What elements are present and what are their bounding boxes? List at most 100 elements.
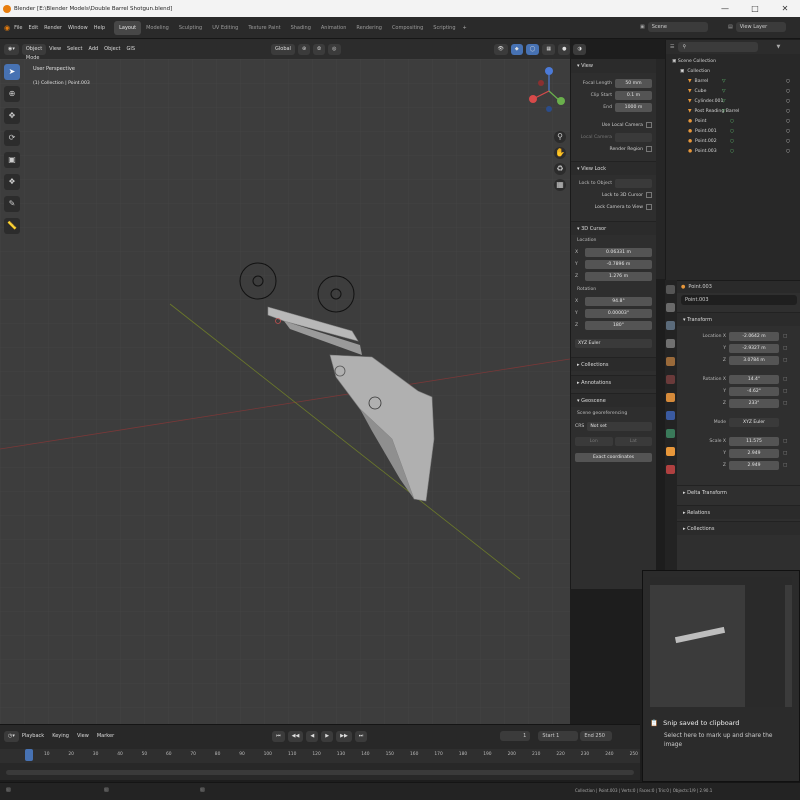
cursor-loc-x-field[interactable]: 0.06331 m xyxy=(585,247,652,257)
outliner-row-cylinder-001[interactable]: ▼ Cylinder.001 ○ ▽ xyxy=(666,97,800,107)
constraints-tab-icon[interactable] xyxy=(666,429,675,438)
play-icon[interactable]: ▶ xyxy=(321,730,334,742)
cursor-loc-y-field[interactable]: -0.7896 m xyxy=(585,259,652,269)
workspace-tab-modeling[interactable]: Modeling xyxy=(141,21,174,35)
move-tool-icon[interactable]: ✥ xyxy=(4,108,20,124)
outliner-row-point-001[interactable]: ● Point.001 ○ ○ xyxy=(666,127,800,137)
workspace-tab-layout[interactable]: Layout xyxy=(114,20,142,35)
3d-viewport[interactable]: User Perspective (1) Collection | Point.… xyxy=(0,59,570,724)
timeline-editor-icon[interactable]: ◷▾ xyxy=(4,730,19,742)
rotation-z-field[interactable]: 233° xyxy=(729,398,779,408)
scene-field[interactable]: Scene xyxy=(647,22,708,32)
jump-start-icon[interactable]: ⏮ xyxy=(272,730,285,742)
output-tab-icon[interactable] xyxy=(666,321,675,330)
cursor-rot-z-field[interactable]: 180° xyxy=(585,320,652,330)
rotate-tool-icon[interactable]: ⟳ xyxy=(4,130,20,146)
cursor-rot-x-field[interactable]: 94.8° xyxy=(585,296,652,306)
workspace-tab-shading[interactable]: Shading xyxy=(286,21,316,35)
play-reverse-icon[interactable]: ◀ xyxy=(306,730,319,742)
workspace-tab-uv-editing[interactable]: UV Editing xyxy=(207,21,243,35)
timeline-menu-keying[interactable]: Keying xyxy=(52,733,69,739)
rotation-x-field[interactable]: 14.4° xyxy=(729,374,779,384)
delta-transform-header[interactable]: ▸ Delta Transform xyxy=(677,485,800,499)
geo-lat-field[interactable]: Lat xyxy=(614,436,652,446)
menu-render[interactable]: Render xyxy=(44,25,62,31)
lock-icon[interactable]: □ xyxy=(783,401,787,406)
lock-icon[interactable]: □ xyxy=(783,439,787,444)
timeline-scrollbar[interactable] xyxy=(6,770,634,775)
maximize-icon[interactable]: □ xyxy=(740,0,770,17)
snap-icon[interactable]: ⧀ xyxy=(313,43,326,55)
light-data-icon[interactable]: ○ xyxy=(730,117,734,127)
clip-start-field[interactable]: 0.1 m xyxy=(615,90,652,100)
object-name-field[interactable]: Point.003 xyxy=(681,295,797,305)
view-lock-section-header[interactable]: ▾ View Lock xyxy=(571,161,656,175)
lock-icon[interactable]: □ xyxy=(783,463,787,468)
view-layer-field[interactable]: View Layer xyxy=(735,22,786,32)
close-icon[interactable]: ✕ xyxy=(770,0,800,17)
overlay-toggle-icon[interactable]: ◯ xyxy=(525,43,540,55)
view-layer-selector[interactable]: ▤ View Layer xyxy=(728,22,786,32)
pan-icon[interactable]: ✋ xyxy=(554,147,566,159)
visibility-icon[interactable]: ○ xyxy=(786,77,790,87)
location-x-field[interactable]: -2.0642 m xyxy=(729,331,779,341)
modifier-icon[interactable]: ▽ xyxy=(722,87,726,97)
frame-ruler[interactable]: 10 20 30 40 50 60 70 80 90 100 110 120 130 140 150 160 1… xyxy=(0,749,640,763)
measure-tool-icon[interactable]: 📏 xyxy=(4,218,20,234)
location-z-field[interactable]: 3.0784 m xyxy=(729,355,779,365)
workspace-tab-animation[interactable]: Animation xyxy=(316,21,352,35)
collections-section-header[interactable]: ▸ Collections xyxy=(571,357,656,371)
outliner-row-point-003[interactable]: ● Point.003 ○ ○ xyxy=(666,147,800,157)
snip-notification[interactable]: 📋 Snip saved to clipboard Select here to… xyxy=(642,570,800,782)
modifier-icon[interactable]: ▽ xyxy=(722,97,726,107)
scale-x-field[interactable]: 11.575 xyxy=(729,436,779,446)
render-tab-icon[interactable] xyxy=(666,303,675,312)
rotation-mode-dropdown[interactable]: XYZ Euler xyxy=(729,417,779,427)
workspace-tab-scripting[interactable]: Scripting xyxy=(428,21,460,35)
workspace-tab-texture-paint[interactable]: Texture Paint xyxy=(243,21,285,35)
ortho-toggle-icon[interactable]: ▦ xyxy=(554,179,566,191)
outliner-row-barrel[interactable]: ▼ Barrel ○ ▽ xyxy=(666,77,800,87)
visibility-icon[interactable]: ○ xyxy=(786,87,790,97)
visibility-icon[interactable]: ○ xyxy=(786,107,790,117)
snip-thumbnail[interactable] xyxy=(650,577,792,707)
cursor-loc-z-field[interactable]: 1.276 m xyxy=(585,271,652,281)
outliner-row-post-reading-barrel[interactable]: ▼ Post Reading Barrel ○ ▽ xyxy=(666,107,800,117)
start-frame-field[interactable]: Start 1 xyxy=(538,731,579,741)
menu-edit[interactable]: Edit xyxy=(28,25,38,31)
timeline-menu-view[interactable]: View xyxy=(77,733,89,739)
light-tab-icon[interactable] xyxy=(666,447,675,456)
lock-icon[interactable]: □ xyxy=(783,389,787,394)
xray-icon[interactable]: ▦ xyxy=(542,43,556,55)
viewport-menu-select[interactable]: Select xyxy=(67,46,82,52)
workspace-tab-rendering[interactable]: Rendering xyxy=(351,21,387,35)
timeline-menu-marker[interactable]: Marker xyxy=(97,733,114,739)
geoscene-section-header[interactable]: ▾ Geoscene xyxy=(571,393,656,407)
workspace-tab-sculpting[interactable]: Sculpting xyxy=(174,21,207,35)
proportional-edit-icon[interactable]: ◎ xyxy=(328,43,341,55)
view-section-header[interactable]: ▾ View xyxy=(571,59,656,73)
viewport-menu-add[interactable]: Add xyxy=(88,46,98,52)
lock-camera-checkbox[interactable] xyxy=(646,204,652,210)
visibility-icon[interactable]: ○ xyxy=(786,127,790,137)
transform-tool-icon[interactable]: ❖ xyxy=(4,174,20,190)
outliner-search-input[interactable]: ⚲ xyxy=(678,42,759,52)
light-data-icon[interactable]: ○ xyxy=(730,147,734,157)
filter-icon[interactable]: ▼ xyxy=(776,44,780,50)
shading-solid-icon[interactable]: ● xyxy=(558,43,571,55)
lock-icon[interactable]: □ xyxy=(783,334,787,339)
select-tool-icon[interactable]: ➤ xyxy=(4,64,20,80)
lock-icon[interactable]: □ xyxy=(783,451,787,456)
jump-end-icon[interactable]: ⏭ xyxy=(354,730,368,742)
current-frame-field[interactable]: 1 xyxy=(500,731,531,741)
scale-y-field[interactable]: 2.949 xyxy=(729,448,779,458)
viewport-menu-gis[interactable]: GIS xyxy=(126,46,135,52)
focal-length-field[interactable]: 50 mm xyxy=(615,78,652,88)
menu-file[interactable]: File xyxy=(14,25,22,31)
outliner-row-point-002[interactable]: ● Point.002 ○ ○ xyxy=(666,137,800,147)
workspace-tab-compositing[interactable]: Compositing xyxy=(387,21,428,35)
crs-dropdown[interactable]: Not set xyxy=(587,421,652,431)
editor-type-button[interactable]: ◉▾ xyxy=(4,43,19,55)
local-camera-field[interactable] xyxy=(615,132,652,142)
visibility-icon[interactable]: ○ xyxy=(786,97,790,107)
